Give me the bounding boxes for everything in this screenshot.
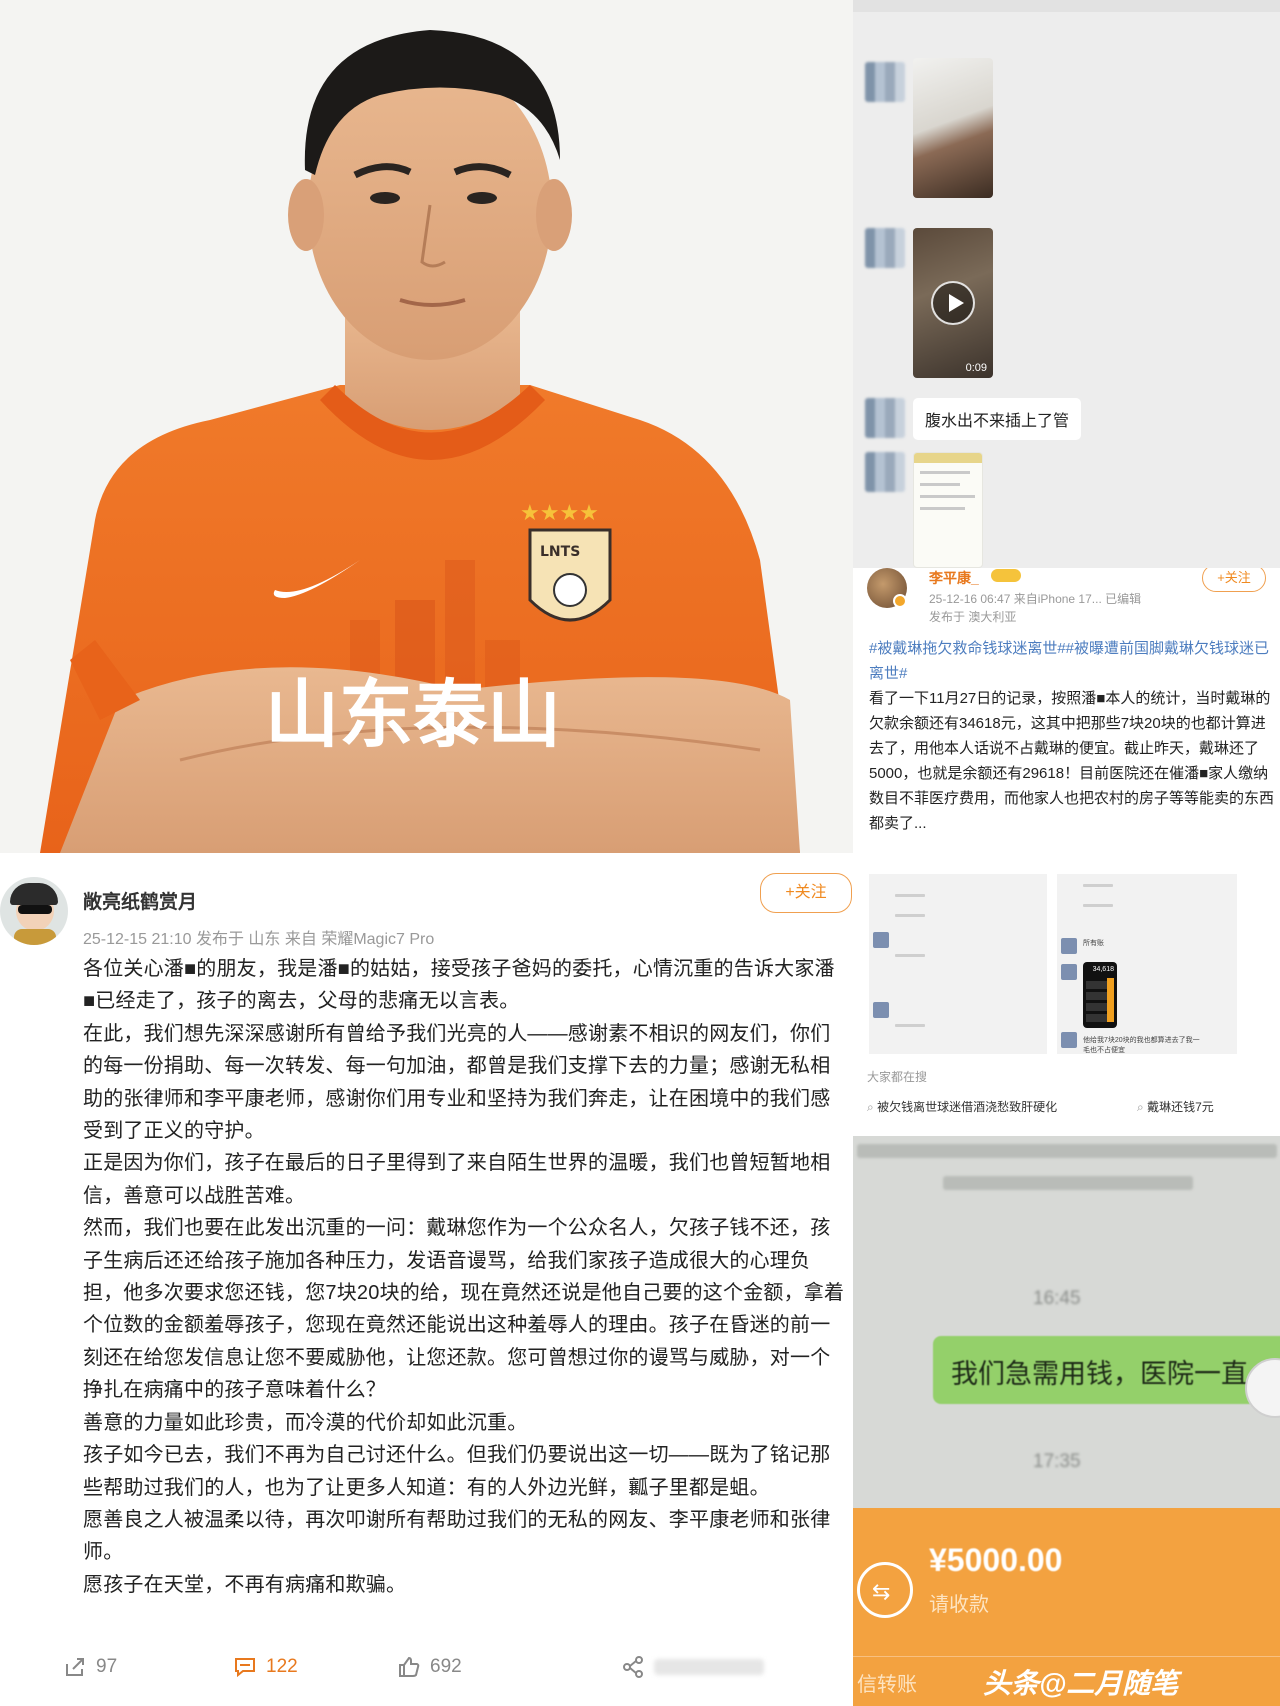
post-meta: 25-12-16 06:47 来自iPhone 17... 已编辑 (929, 592, 1142, 606)
follow-button[interactable]: +关注 (1202, 568, 1266, 592)
search-icon: ⌕ (867, 1100, 874, 1114)
jersey-text: 山东泰山 (265, 672, 561, 758)
post-image-1[interactable] (869, 874, 1047, 1054)
crest-text: LNTS (540, 544, 580, 560)
verified-badge-icon (893, 594, 907, 608)
transfer-screenshot: 16:45 我们急需用钱，医院一直 17:35 ⇆ ¥5000.00 请收款 信… (853, 1136, 1280, 1706)
play-icon[interactable] (931, 281, 975, 325)
comment-icon (235, 1658, 255, 1678)
post-location: 发布于 澳大利亚 (929, 610, 1017, 624)
hospital-video[interactable]: 0:09 (913, 228, 993, 378)
weibo-post-main: 敞亮纸鹤赏月 25-12-15 21:10 发布于 山东 来自 荣耀Magic7… (0, 853, 853, 1706)
paragraph: 愿孩子在天堂，不再有病痛和欺骗。 (83, 1573, 407, 1596)
transfer-amount: ¥5000.00 (929, 1542, 1063, 1578)
search-chip-2-text: 戴琳还钱7元 (1147, 1100, 1214, 1114)
calculator-screenshot: 34,618 (1083, 962, 1117, 1028)
contact-avatar (865, 62, 905, 102)
thumbs-up-icon (399, 1656, 420, 1677)
weibo-post-secondary: 李平康_ 25-12-16 06:47 来自iPhone 17... 已编辑 发… (853, 568, 1280, 1136)
contact-avatar (865, 398, 905, 438)
share-count: 97 (96, 1656, 118, 1677)
paragraph: 孩子如今已去，我们不再为自己讨还什么。但我们仍要说出这一切——既为了铭记那些帮助… (83, 1444, 831, 1499)
post-image-2[interactable]: 所有账 34,618 他给我7块20块的我也都算进去了我一毛也不占便宜 (1057, 874, 1237, 1054)
watermark: 头条@二月随笔 (983, 1668, 1179, 1699)
chat-top-edge (853, 0, 1280, 12)
collage: ★★★★ LNTS 山东泰山 0:09 腹水出不来插上了管 李平康_ 25-12… (0, 0, 1280, 1706)
paragraph: 善意的力量如此珍贵，而冷漠的代价却如此沉重。 (83, 1411, 528, 1434)
thumb-label: 所有账 (1083, 940, 1104, 947)
paragraph: 然而，我们也要在此发出沉重的一问：戴琳您作为一个公众名人，欠孩子钱不还，孩子生病… (83, 1217, 845, 1402)
comment-action[interactable]: 122 (234, 1656, 298, 1678)
like-action[interactable]: 692 (398, 1656, 462, 1678)
follow-button[interactable]: +关注 (760, 873, 852, 913)
share-action[interactable]: 97 (64, 1656, 117, 1678)
bill-screenshot[interactable] (913, 452, 983, 568)
transfer-icon: ⇆ (857, 1562, 913, 1618)
video-duration: 0:09 (965, 362, 987, 374)
more-share-action[interactable] (622, 1656, 764, 1678)
player-photo: ★★★★ LNTS 山东泰山 (0, 0, 853, 853)
chat-screenshot: 0:09 腹水出不来插上了管 (853, 0, 1280, 568)
calculator-value: 34,618 (1092, 966, 1114, 973)
sent-message: 我们急需用钱，医院一直 (933, 1336, 1280, 1404)
contact-avatar (865, 228, 905, 268)
transfer-status: 请收款 (929, 1594, 989, 1616)
chat-message: 腹水出不来插上了管 (913, 398, 1082, 440)
author-avatar[interactable] (0, 877, 68, 945)
thumb-caption: 他给我7块20块的我也都算进去了我一毛也不占便宜 (1083, 1037, 1200, 1054)
player-illustration: ★★★★ LNTS 山东泰山 (0, 0, 853, 853)
hospital-photo[interactable] (913, 58, 993, 198)
comment-count: 122 (266, 1656, 298, 1677)
transfer-footer: 信转账 (857, 1674, 917, 1696)
blurred-line (943, 1176, 1193, 1190)
blurred-text (654, 1659, 764, 1675)
share-network-icon (623, 1656, 643, 1678)
search-chip-2[interactable]: ⌕ 戴琳还钱7元 (1137, 1098, 1214, 1115)
paragraph: 各位关心潘■的朋友，我是潘■的姑姑，接受孩子爸妈的委托，心情沉重的告诉大家潘■已… (83, 958, 835, 1013)
timestamp-1: 16:45 (1033, 1288, 1081, 1309)
search-chip-1-text: 被欠钱离世球迷借酒浇愁致肝硬化 (877, 1100, 1058, 1114)
author-name[interactable]: 敞亮纸鹤赏月 (83, 887, 197, 914)
level-badge-icon (991, 569, 1021, 582)
contact-avatar (865, 452, 905, 492)
blurred-line (857, 1144, 1277, 1158)
timestamp-2: 17:35 (1033, 1451, 1081, 1472)
post-body: #被戴琳拖欠救命钱球迷离世##被曝遭前国脚戴琳欠钱球迷已离世# 看了一下11月2… (869, 636, 1277, 836)
post-meta: 25-12-15 21:10 发布于 山东 来自 荣耀Magic7 Pro (83, 931, 435, 948)
post-body: 各位关心潘■的朋友，我是潘■的姑姑，接受孩子爸妈的委托，心情沉重的告诉大家潘■已… (83, 953, 845, 1601)
author-name[interactable]: 李平康_ (929, 568, 979, 588)
search-icon: ⌕ (1137, 1100, 1144, 1114)
post-text: 看了一下11月27日的记录，按照潘■本人的统计，当时戴琳的欠款余额还有34618… (869, 690, 1275, 832)
paragraph: 在此，我们想先深深感谢所有曾给予我们光亮的人——感谢素不相识的网友们，你们的每一… (83, 1022, 831, 1143)
search-chip-1[interactable]: ⌕ 被欠钱离世球迷借酒浇愁致肝硬化 (867, 1098, 1057, 1115)
transfer-card[interactable]: ⇆ ¥5000.00 请收款 信转账 头条@二月随笔 (853, 1508, 1280, 1706)
share-icon (66, 1658, 84, 1676)
search-header: 大家都在搜 (867, 1070, 928, 1084)
like-count: 692 (430, 1656, 462, 1677)
hashtag-link[interactable]: #被戴琳拖欠救命钱球迷离世##被曝遭前国脚戴琳欠钱球迷已离世# (869, 640, 1269, 682)
paragraph: 正是因为你们，孩子在最后的日子里得到了来自陌生世界的温暖，我们也曾短暂地相信，善… (83, 1152, 831, 1207)
svg-text:★★★★: ★★★★ (520, 501, 599, 526)
paragraph: 愿善良之人被温柔以待，再次叩谢所有帮助过我们的无私的网友、李平康老师和张律师。 (83, 1508, 831, 1564)
